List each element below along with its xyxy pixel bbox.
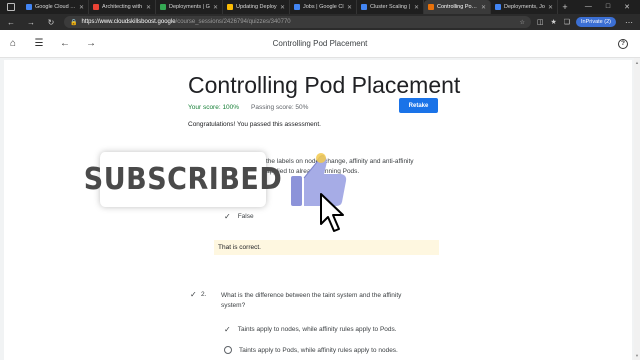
tab-favicon-icon — [93, 4, 99, 10]
browser-tab[interactable]: Cluster Scaling | ✕ — [357, 0, 424, 14]
more-menu-icon[interactable]: ⋯ — [622, 18, 636, 27]
retake-button[interactable]: Retake — [399, 98, 438, 113]
checkmark-icon: ✓ — [224, 212, 231, 221]
tab-label: Architecting with — [102, 4, 143, 10]
answer-feedback: That is correct. — [214, 240, 439, 255]
mouse-pointer-icon — [320, 193, 344, 232]
scroll-up-icon[interactable]: ▲ — [635, 60, 639, 65]
home-icon[interactable]: ⌂ — [0, 38, 26, 49]
browser-tab-strip: Google Cloud Sk ✕ Architecting with ✕ Deploy… — [0, 0, 640, 14]
menu-list-icon[interactable]: ☰ — [26, 38, 52, 49]
url-host: https://www.cloudskillsboost.google — [81, 19, 176, 25]
toolbar-icons: ◫ ★ ❏ — [537, 18, 570, 26]
browser-tab[interactable]: Deployments, Jo ✕ — [491, 0, 558, 14]
tab-close-icon[interactable]: ✕ — [146, 4, 151, 11]
tab-close-icon[interactable]: ✕ — [347, 4, 352, 11]
browser-tab[interactable]: Updating Deploy ✕ — [223, 0, 290, 14]
scroll-down-icon[interactable]: ▼ — [635, 353, 639, 358]
help-icon[interactable]: ? — [618, 38, 628, 49]
question-1-selected-answer: ✓ False — [224, 212, 254, 221]
url-field[interactable]: 🔒 https://www.cloudskillsboost.google/co… — [64, 16, 531, 28]
question-2-option-b[interactable]: Taints apply to Pods, while affinity rul… — [224, 346, 398, 354]
subscribed-overlay: SUBSCRIBED — [84, 152, 282, 207]
browser-tab[interactable]: Architecting with ✕ — [89, 0, 156, 14]
inprivate-badge[interactable]: InPrivate (2) — [576, 17, 616, 27]
tab-label: Deployments | G — [169, 4, 210, 10]
question-2-correct-icon: ✓ — [190, 290, 197, 299]
tab-favicon-icon — [294, 4, 300, 10]
lock-icon: 🔒 — [70, 19, 78, 26]
tab-label: Jobs | Google Cl — [303, 4, 344, 10]
browser-tab[interactable]: Jobs | Google Cl ✕ — [290, 0, 357, 14]
tab-close-icon[interactable]: ✕ — [213, 4, 218, 11]
checkmark-icon: ✓ — [224, 325, 231, 334]
tab-list: Google Cloud Sk ✕ Architecting with ✕ Deploy… — [22, 0, 558, 14]
browser-tab[interactable]: Deployments | G ✕ — [156, 0, 223, 14]
tab-favicon-icon — [495, 4, 501, 10]
split-screen-icon[interactable]: ◫ — [537, 18, 544, 26]
next-arrow-icon[interactable]: → — [78, 38, 104, 49]
answer-label: False — [237, 213, 254, 220]
question-2-text: What is the difference between the taint… — [221, 292, 402, 309]
tab-favicon-icon — [26, 4, 32, 10]
tab-close-icon[interactable]: ✕ — [548, 4, 553, 11]
option-label: Taints apply to Pods, while affinity rul… — [239, 346, 398, 354]
passing-score: Passing score: 50% — [251, 104, 309, 111]
page-scrollbar[interactable]: ▲ ▼ — [634, 58, 640, 360]
window-controls: — □ ✕ — [585, 3, 640, 11]
forward-icon[interactable]: → — [24, 18, 38, 27]
address-bar: ← → ↻ 🔒 https://www.cloudskillsboost.goo… — [0, 14, 640, 30]
tab-close-icon[interactable]: ✕ — [481, 4, 486, 11]
favorites-icon[interactable]: ★ — [550, 18, 556, 26]
tab-close-icon[interactable]: ✕ — [79, 4, 84, 11]
tab-favicon-icon — [227, 4, 233, 10]
url-path: /course_sessions/2426794/quizzes/340770 — [175, 19, 291, 25]
congrats-message: Congratulations! You passed this assessm… — [188, 121, 321, 128]
back-icon[interactable]: ← — [4, 18, 18, 27]
app-header: ⌂ ☰ ← → Controlling Pod Placement ? — [0, 30, 640, 58]
tab-favicon-icon — [361, 4, 367, 10]
close-window-icon[interactable]: ✕ — [624, 3, 630, 11]
tab-label: Cluster Scaling | — [370, 4, 410, 10]
your-score: Your score: 100% — [188, 104, 240, 111]
question-2-option-a[interactable]: ✓ Taints apply to nodes, while affinity … — [224, 325, 397, 334]
refresh-icon[interactable]: ↻ — [44, 18, 58, 27]
option-label: Taints apply to nodes, while affinity ru… — [237, 326, 397, 333]
collections-icon[interactable]: ❏ — [564, 18, 570, 26]
previous-arrow-icon[interactable]: ← — [52, 38, 78, 49]
tab-favicon-icon — [160, 4, 166, 10]
browser-tab[interactable]: Controlling Pod P ✕ — [424, 0, 491, 14]
window-menu-icon[interactable] — [0, 0, 22, 14]
tab-label: Google Cloud Sk — [35, 4, 76, 10]
tab-favicon-icon — [428, 4, 434, 10]
maximize-icon[interactable]: □ — [606, 3, 610, 11]
minimize-icon[interactable]: — — [585, 3, 592, 11]
favorite-star-icon[interactable]: ☆ — [519, 19, 524, 26]
question-2-number: 2. — [201, 291, 207, 298]
tab-close-icon[interactable]: ✕ — [414, 4, 419, 11]
radio-button[interactable] — [224, 346, 232, 354]
browser-tab[interactable]: Google Cloud Sk ✕ — [22, 0, 89, 14]
tab-label: Deployments, Jo — [504, 4, 545, 10]
tab-label: Controlling Pod P — [437, 4, 478, 10]
tab-close-icon[interactable]: ✕ — [280, 4, 285, 11]
quiz-title: Controlling Pod Placement — [188, 72, 461, 98]
tab-label: Updating Deploy — [236, 4, 277, 10]
new-tab-button[interactable]: + — [558, 2, 572, 12]
